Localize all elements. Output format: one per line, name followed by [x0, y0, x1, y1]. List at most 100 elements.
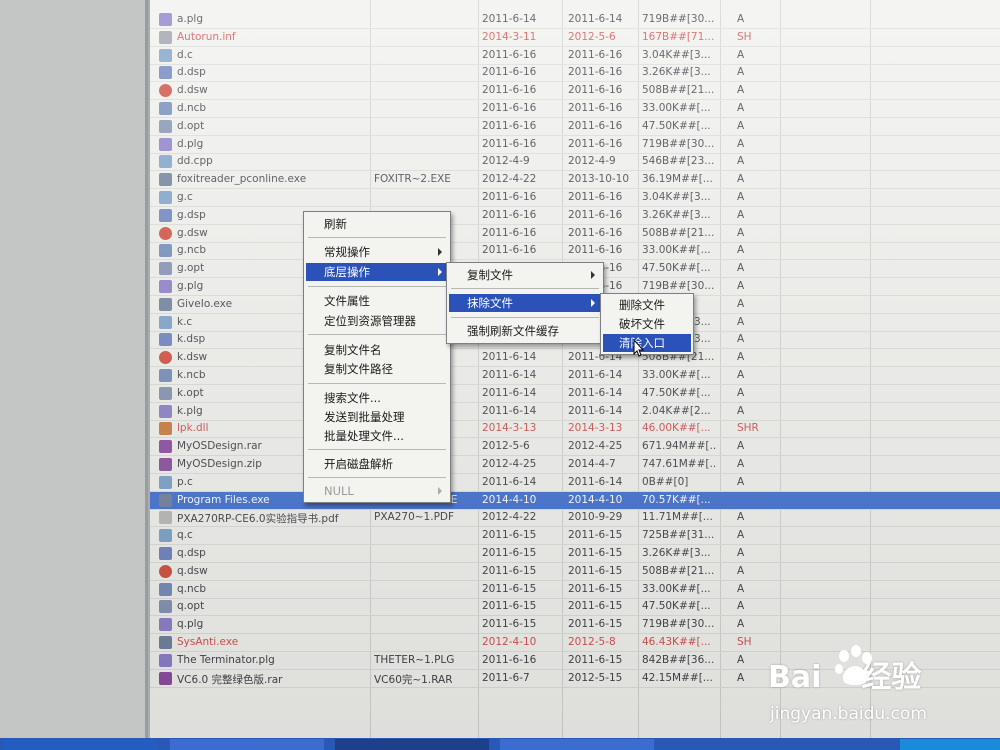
ncb-file-icon [159, 102, 172, 115]
file-row[interactable]: d.opt 2011-6-16 2011-6-16 47.50K##[... A [150, 118, 1000, 136]
ncb-file-icon [159, 244, 172, 258]
file-row[interactable]: k.plg 2011-6-14 2011-6-14 2.04K##[2... A [150, 403, 1000, 421]
file-row[interactable]: foxitreader_pconline.exe FOXITR~2.EXE 2012… [150, 171, 1000, 190]
created-date: 2011-6-14 [482, 386, 537, 399]
file-row[interactable]: Program Files.exePROGRA~1.EXE2014-4-1020… [150, 491, 1000, 510]
file-list-pane[interactable]: a.plg 2011-6-14 2011-6-14 719B##[30... A Auto… [150, 0, 1000, 738]
file-name: q.dsw [177, 564, 208, 577]
file-size: 3.04K##[3... [642, 48, 711, 61]
panel-divider[interactable] [145, 0, 148, 738]
file-row[interactable]: g.dsw 2011-6-16 2011-6-16 508B##[21... A [150, 225, 1000, 243]
file-row[interactable]: q.dsp 2011-6-15 2011-6-15 3.26K##[3... A [150, 545, 1000, 563]
menu-item-disk-parse[interactable]: 开启磁盘解析 [306, 455, 448, 473]
file-name: Autorun.inf [177, 30, 236, 43]
created-date: 2014-3-11 [482, 30, 537, 43]
file-row[interactable]: d.c 2011-6-16 2011-6-16 3.04K##[3... A [150, 47, 1000, 65]
dsp-file-icon [159, 66, 172, 80]
menu-item-locate-explorer[interactable]: 定位到资源管理器 [306, 312, 448, 330]
menu-item-copy-file[interactable]: 复制文件 [449, 266, 601, 284]
file-row[interactable]: q.c 2011-6-15 2011-6-15 725B##[31... A [150, 527, 1000, 546]
menu-item-copy-path[interactable]: 复制文件路径 [306, 360, 448, 378]
file-row[interactable]: d.ncb 2011-6-16 2011-6-16 33.00K##[... A [150, 100, 1000, 118]
file-row[interactable]: d.plg 2011-6-16 2011-6-16 719B##[30... A [150, 136, 1000, 154]
file-attributes: A [737, 13, 745, 25]
taskbar-button[interactable] [500, 739, 654, 750]
context-menu: 刷新 常规操作 底层操作 文件属性 定位到资源管理器 复制文件名 复制文件路径 … [303, 211, 451, 503]
file-row[interactable]: g.dsp 2011-6-16 2011-6-16 3.26K##[3... A [150, 207, 1000, 225]
menu-item-force-flush[interactable]: 强制刷新文件缓存 [449, 322, 601, 340]
file-attributes: A [737, 369, 745, 381]
file-row[interactable]: Autorun.inf 2014-3-11 2012-5-6 167B##[71...… [150, 29, 1000, 47]
file-row[interactable]: dd.cpp 2012-4-9 2012-4-9 546B##[23... A [150, 153, 1000, 172]
file-attributes: A [737, 137, 745, 150]
file-size: 42.15M##[... [642, 671, 713, 684]
file-name: q.ncb [177, 582, 207, 595]
file-row[interactable]: MyOSDesign.rar 2012-5-6 2012-4-25 671.94M##… [150, 438, 1000, 457]
taskbar-button[interactable] [335, 739, 489, 750]
menu-item-file-properties[interactable]: 文件属性 [306, 292, 448, 310]
file-row[interactable]: g.ncb 2011-6-16 2011-6-16 33.00K##[... A [150, 242, 1000, 261]
folder-tree-panel [0, 0, 148, 738]
created-date: 2011-6-16 [482, 137, 537, 150]
system-tray[interactable] [900, 739, 1000, 750]
menu-separator [308, 237, 446, 238]
short-name: PXA270~1.PDF [374, 511, 455, 524]
menu-item-corrupt-file[interactable]: 破坏文件 [603, 315, 691, 333]
file-size: 33.00K##[... [642, 369, 711, 381]
file-row[interactable]: PXA270RP-CE6.0实验指导书.pdf PXA270~1.PDF 2012-… [150, 509, 1000, 528]
file-row[interactable]: p.c 2011-6-14 2011-6-14 0B##[0] A [150, 474, 1000, 492]
menu-label: 刷新 [324, 217, 347, 231]
menu-item-low-level-ops[interactable]: 底层操作 [306, 263, 448, 281]
menu-item-batch-files[interactable]: 批量处理文件... [306, 427, 448, 445]
menu-item-search-file[interactable]: 搜索文件... [306, 389, 448, 407]
created-date: 2011-6-16 [482, 84, 537, 97]
modified-date: 2011-6-14 [568, 475, 623, 488]
menu-item-erase-file[interactable]: 抹除文件 [449, 294, 601, 312]
file-row[interactable]: lpk.dll 2014-3-13 2014-3-13 46.00K##[... SHR [150, 420, 1000, 439]
file-row[interactable]: k.dsw 2011-6-14 2011-6-14 508B##[21... A [150, 349, 1000, 368]
modified-date: 2011-6-15 [568, 564, 623, 577]
dsw-file-icon [159, 564, 172, 578]
submenu-erase: 删除文件 破坏文件 清除入口 [600, 293, 694, 355]
menu-item-refresh[interactable]: 刷新 [306, 215, 448, 233]
c-file-icon [159, 529, 172, 543]
file-row[interactable]: q.dsw 2011-6-15 2011-6-15 508B##[21... A [150, 563, 1000, 581]
file-row[interactable]: g.c 2011-6-16 2011-6-16 3.04K##[3... A [150, 189, 1000, 207]
menu-item-normal-ops[interactable]: 常规操作 [306, 243, 448, 261]
menu-item-clear-entry[interactable]: 清除入口 [603, 334, 691, 352]
modified-date: 2011-6-16 [568, 208, 623, 221]
file-row[interactable]: q.plg 2011-6-15 2011-6-15 719B##[30... A [150, 616, 1000, 635]
menu-item-send-batch[interactable]: 发送到批量处理 [306, 408, 448, 426]
file-size: 2.04K##[2... [642, 404, 711, 417]
file-attributes: A [737, 244, 745, 257]
file-row[interactable]: k.ncb 2011-6-14 2011-6-14 33.00K##[... A [150, 367, 1000, 385]
modified-date: 2012-5-8 [568, 636, 616, 648]
file-name: foxitreader_pconline.exe [177, 173, 307, 186]
file-row[interactable]: k.opt 2011-6-14 2011-6-14 47.50K##[... A [150, 385, 1000, 403]
file-attributes: SH [737, 30, 752, 43]
ncb-file-icon [159, 369, 172, 382]
modified-date: 2011-6-15 [568, 618, 623, 631]
taskbar-button[interactable] [4, 739, 158, 750]
taskbar-button[interactable] [170, 739, 324, 750]
menu-item-copy-name[interactable]: 复制文件名 [306, 341, 448, 359]
menu-item-null[interactable]: NULL [306, 482, 448, 500]
plg-file-icon [159, 404, 172, 418]
file-row[interactable]: a.plg 2011-6-14 2011-6-14 719B##[30... A [150, 11, 1000, 29]
file-attributes: A [737, 280, 745, 292]
submenu-arrow-icon [438, 487, 442, 495]
plg-file-icon [159, 137, 172, 151]
file-row[interactable]: d.dsw 2011-6-16 2011-6-16 508B##[21... A [150, 82, 1000, 101]
file-row[interactable]: MyOSDesign.zip 2012-4-25 2014-4-7 747.61M##… [150, 456, 1000, 474]
dsp-file-icon [159, 547, 172, 560]
file-attributes: A [737, 458, 745, 470]
file-row[interactable]: d.dsp 2011-6-16 2011-6-16 3.26K##[3... A [150, 64, 1000, 83]
file-row[interactable]: q.opt 2011-6-15 2011-6-15 47.50K##[... A [150, 598, 1000, 617]
submenu-arrow-icon [438, 248, 442, 256]
file-row[interactable]: q.ncb 2011-6-15 2011-6-15 33.00K##[... A [150, 581, 1000, 599]
file-size: 0B##[0] [642, 475, 689, 488]
file-attributes: A [737, 48, 745, 61]
menu-label: 底层操作 [324, 265, 370, 279]
created-date: 2011-6-16 [482, 66, 537, 79]
menu-item-delete-file[interactable]: 删除文件 [603, 296, 691, 314]
